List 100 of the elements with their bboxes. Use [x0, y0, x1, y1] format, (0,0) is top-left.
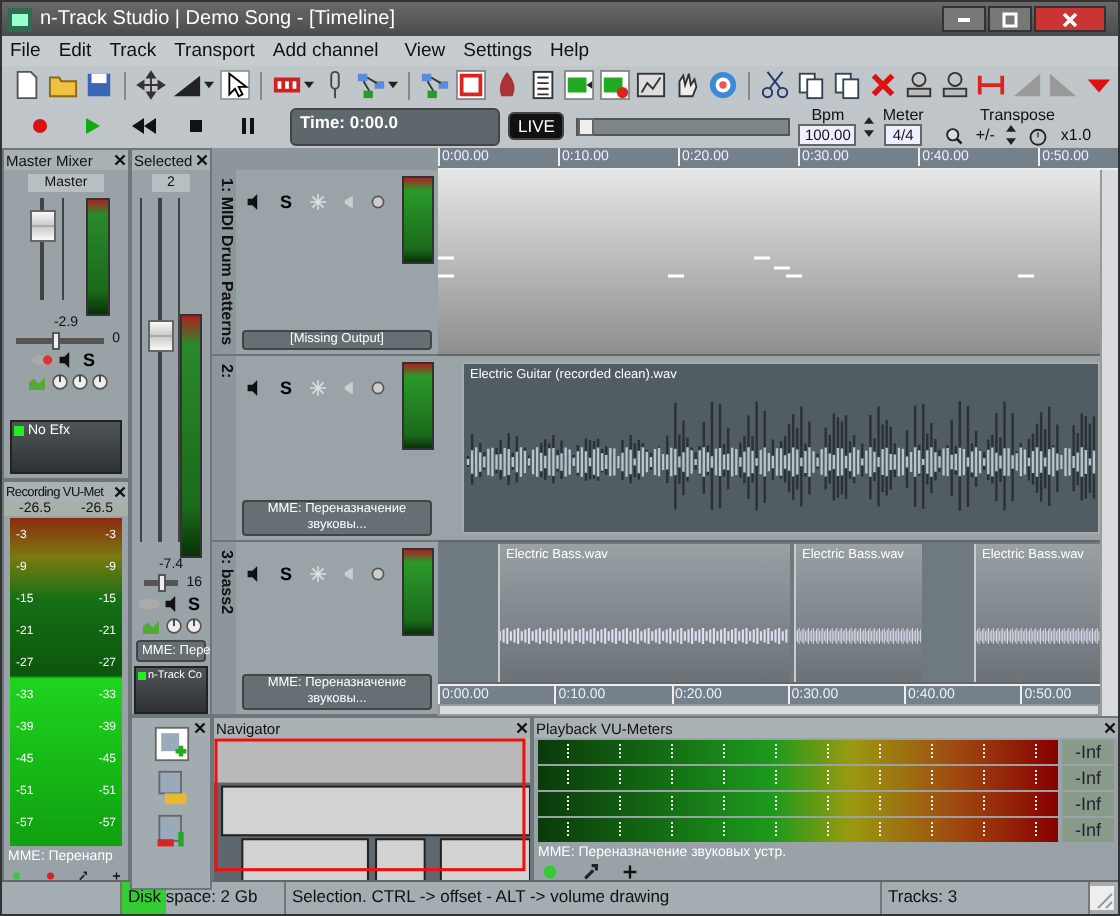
- maximize-button[interactable]: [988, 6, 1032, 32]
- chart-icon[interactable]: [636, 70, 666, 100]
- status-indicator: [14, 425, 24, 436]
- track-name: 2:: [212, 356, 236, 540]
- menu-item[interactable]: Transport: [174, 40, 255, 62]
- scissors-icon[interactable]: [760, 70, 790, 100]
- toggle-icon[interactable]: [32, 351, 55, 368]
- solo-button[interactable]: S: [183, 593, 204, 614]
- position-slider[interactable]: [576, 117, 791, 135]
- pan-thumb[interactable]: [51, 331, 60, 350]
- track-name: 3: bass2: [212, 542, 236, 714]
- record-arm-icon[interactable]: [370, 566, 387, 582]
- indicator-light-icon[interactable]: [12, 867, 21, 884]
- pan-slider[interactable]: [144, 580, 179, 587]
- fader-thumb[interactable]: [30, 210, 57, 243]
- speaker-icon[interactable]: [246, 566, 262, 582]
- peak-reading: -Inf: [1062, 766, 1114, 790]
- level-meter: [402, 548, 434, 636]
- move-icon[interactable]: [136, 70, 166, 100]
- stopwatch-icon[interactable]: [1028, 125, 1049, 145]
- record-arm-icon[interactable]: [370, 380, 387, 396]
- menu-item[interactable]: Edit: [58, 40, 92, 62]
- close-icon[interactable]: [114, 154, 126, 166]
- live-button[interactable]: LIVE: [508, 112, 565, 140]
- maximize-icon: [1000, 9, 1020, 29]
- peak-reading: -Inf: [1062, 818, 1114, 842]
- menu-item[interactable]: Add channel: [272, 40, 379, 62]
- transpose-label: Transpose: [979, 106, 1055, 124]
- magnifier-icon[interactable]: [943, 125, 964, 145]
- slider-thumb[interactable]: [578, 117, 595, 135]
- pointer-icon[interactable]: [220, 70, 250, 100]
- nodes-icon[interactable]: [420, 70, 450, 100]
- level-meter: [85, 198, 110, 316]
- knob-icon[interactable]: [166, 617, 182, 634]
- close-icon[interactable]: [516, 722, 528, 734]
- pan-slider[interactable]: [16, 337, 105, 344]
- spin-arrows-icon[interactable]: [864, 115, 875, 137]
- knob-icon[interactable]: [71, 373, 87, 390]
- window-title: n-Track Studio | Demo Song - [Timeline]: [40, 8, 395, 30]
- target-icon[interactable]: [708, 70, 738, 100]
- volume-fader[interactable]: [140, 198, 180, 543]
- app-icon: [8, 7, 32, 31]
- minimize-button[interactable]: [942, 6, 986, 32]
- plus-icon[interactable]: [622, 864, 638, 880]
- knob-icon[interactable]: [51, 373, 67, 390]
- close-icon[interactable]: [196, 154, 208, 166]
- list-icon[interactable]: [528, 70, 558, 100]
- solo-button[interactable]: S: [276, 192, 297, 212]
- record-arm-icon[interactable]: [370, 194, 387, 210]
- speaker-icon[interactable]: [246, 380, 262, 396]
- record-icon: [30, 116, 50, 136]
- paste-icon[interactable]: [832, 70, 862, 100]
- meter-label: Meter: [882, 106, 924, 124]
- solo-button[interactable]: S: [276, 564, 297, 584]
- menu-item[interactable]: Track: [109, 40, 157, 62]
- new-file-icon[interactable]: [12, 70, 42, 100]
- resize-grip-icon[interactable]: [1090, 886, 1114, 910]
- horizontal-scrollbar[interactable]: [438, 704, 1100, 716]
- wrench-icon[interactable]: [582, 864, 598, 880]
- spin-arrows-icon[interactable]: [1006, 124, 1017, 146]
- stamp-icon[interactable]: [904, 70, 934, 100]
- pause-icon: [238, 116, 258, 136]
- time-display: Time: 0:00.0: [290, 107, 500, 145]
- menu-item[interactable]: File: [10, 40, 41, 62]
- clip-record-icon[interactable]: [600, 70, 630, 100]
- solo-button[interactable]: S: [276, 378, 297, 398]
- vertical-scrollbar[interactable]: [1100, 170, 1118, 716]
- frame-icon[interactable]: [456, 70, 486, 100]
- play-icon: [82, 116, 102, 136]
- speaker-icon[interactable]: [163, 595, 180, 612]
- speaker-icon[interactable]: [246, 194, 262, 210]
- speaker-icon[interactable]: [58, 351, 75, 368]
- record-light-icon[interactable]: [45, 867, 54, 884]
- fader-thumb[interactable]: [148, 319, 174, 352]
- menu-item[interactable]: Help: [549, 40, 590, 62]
- menu-item[interactable]: Settings: [463, 40, 532, 62]
- peak-reading: -Inf: [1062, 792, 1114, 816]
- open-track-icon[interactable]: [153, 770, 189, 806]
- record-track-icon[interactable]: [153, 814, 189, 850]
- rewind-icon: [130, 116, 158, 136]
- ramp-icon[interactable]: [172, 70, 202, 100]
- knob-icon[interactable]: [91, 373, 107, 390]
- close-icon[interactable]: [114, 486, 126, 498]
- close-button[interactable]: [1034, 6, 1106, 32]
- copy-icon[interactable]: [796, 70, 826, 100]
- close-icon[interactable]: [194, 722, 206, 734]
- add-track-icon[interactable]: [153, 726, 189, 762]
- plus-icon[interactable]: [111, 867, 120, 884]
- knob-icon[interactable]: [186, 617, 202, 634]
- stamp-icon[interactable]: [940, 70, 970, 100]
- solo-button[interactable]: S: [78, 349, 99, 370]
- pan-thumb[interactable]: [157, 574, 166, 593]
- toggle-icon[interactable]: [137, 595, 160, 612]
- transpose-button[interactable]: +/-: [975, 126, 995, 144]
- level-meter: [402, 362, 434, 450]
- save-icon[interactable]: [84, 70, 114, 100]
- nodes-icon[interactable]: [356, 70, 386, 100]
- close-icon[interactable]: [1104, 722, 1116, 734]
- close-icon: [1060, 9, 1080, 29]
- menu-item[interactable]: View: [404, 40, 446, 62]
